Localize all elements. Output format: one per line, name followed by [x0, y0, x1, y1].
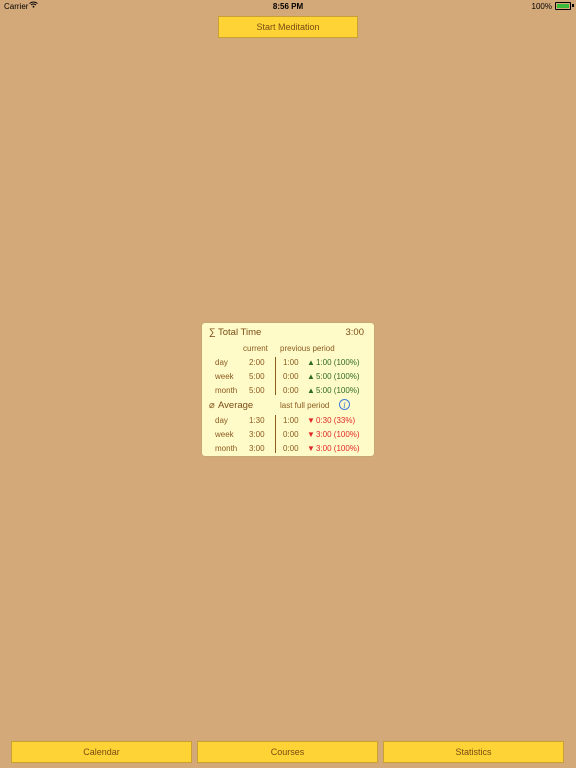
up-arrow-icon: ▲	[307, 386, 315, 395]
row-label: week	[215, 430, 234, 439]
clock-time: 8:56 PM	[272, 2, 304, 11]
courses-button[interactable]: Courses	[197, 741, 378, 763]
battery-icon	[555, 2, 571, 10]
row-change: 3:00 (100%)	[316, 444, 360, 453]
row-change: 0:30 (33%)	[316, 416, 356, 425]
row-current: 1:30	[249, 416, 265, 425]
up-arrow-icon: ▲	[307, 372, 315, 381]
row-label: week	[215, 372, 234, 381]
column-previous-period: previous period	[280, 344, 335, 353]
average-icon: ⌀	[209, 400, 215, 411]
total-time-value: 3:00	[345, 327, 365, 338]
down-arrow-icon: ▼	[307, 416, 315, 425]
row-previous: 1:00	[283, 416, 299, 425]
row-previous: 0:00	[283, 430, 299, 439]
start-meditation-button[interactable]: Start Meditation	[218, 16, 358, 38]
row-current: 5:00	[249, 386, 265, 395]
row-change: 1:00 (100%)	[316, 358, 360, 367]
row-change: 5:00 (100%)	[316, 372, 360, 381]
column-last-full-period: last full period	[280, 401, 330, 410]
average-divider	[275, 415, 276, 453]
row-current: 3:00	[249, 430, 265, 439]
row-label: day	[215, 358, 228, 367]
row-current: 5:00	[249, 372, 265, 381]
statistics-button[interactable]: Statistics	[383, 741, 564, 763]
average-title: Average	[218, 400, 254, 411]
row-previous: 1:00	[283, 358, 299, 367]
statistics-card: ∑ Total Time 3:00 current previous perio…	[201, 322, 375, 457]
info-icon[interactable]: i	[339, 399, 350, 410]
total-divider	[275, 357, 276, 395]
row-current: 3:00	[249, 444, 265, 453]
row-label: day	[215, 416, 228, 425]
row-previous: 0:00	[283, 372, 299, 381]
row-previous: 0:00	[283, 386, 299, 395]
battery-percent: 100%	[531, 2, 552, 11]
column-current: current	[243, 344, 268, 353]
down-arrow-icon: ▼	[307, 430, 315, 439]
row-change: 3:00 (100%)	[316, 430, 360, 439]
row-change: 5:00 (100%)	[316, 386, 360, 395]
row-label: month	[215, 386, 238, 395]
down-arrow-icon: ▼	[307, 444, 315, 453]
row-label: month	[215, 444, 238, 453]
row-current: 2:00	[249, 358, 265, 367]
total-time-title: Total Time	[218, 327, 262, 338]
battery-tip	[572, 4, 574, 7]
up-arrow-icon: ▲	[307, 358, 315, 367]
status-bar: Carrier 8:56 PM 100%	[0, 0, 576, 12]
calendar-button[interactable]: Calendar	[11, 741, 192, 763]
sum-icon: ∑	[209, 327, 216, 338]
row-previous: 0:00	[283, 444, 299, 453]
